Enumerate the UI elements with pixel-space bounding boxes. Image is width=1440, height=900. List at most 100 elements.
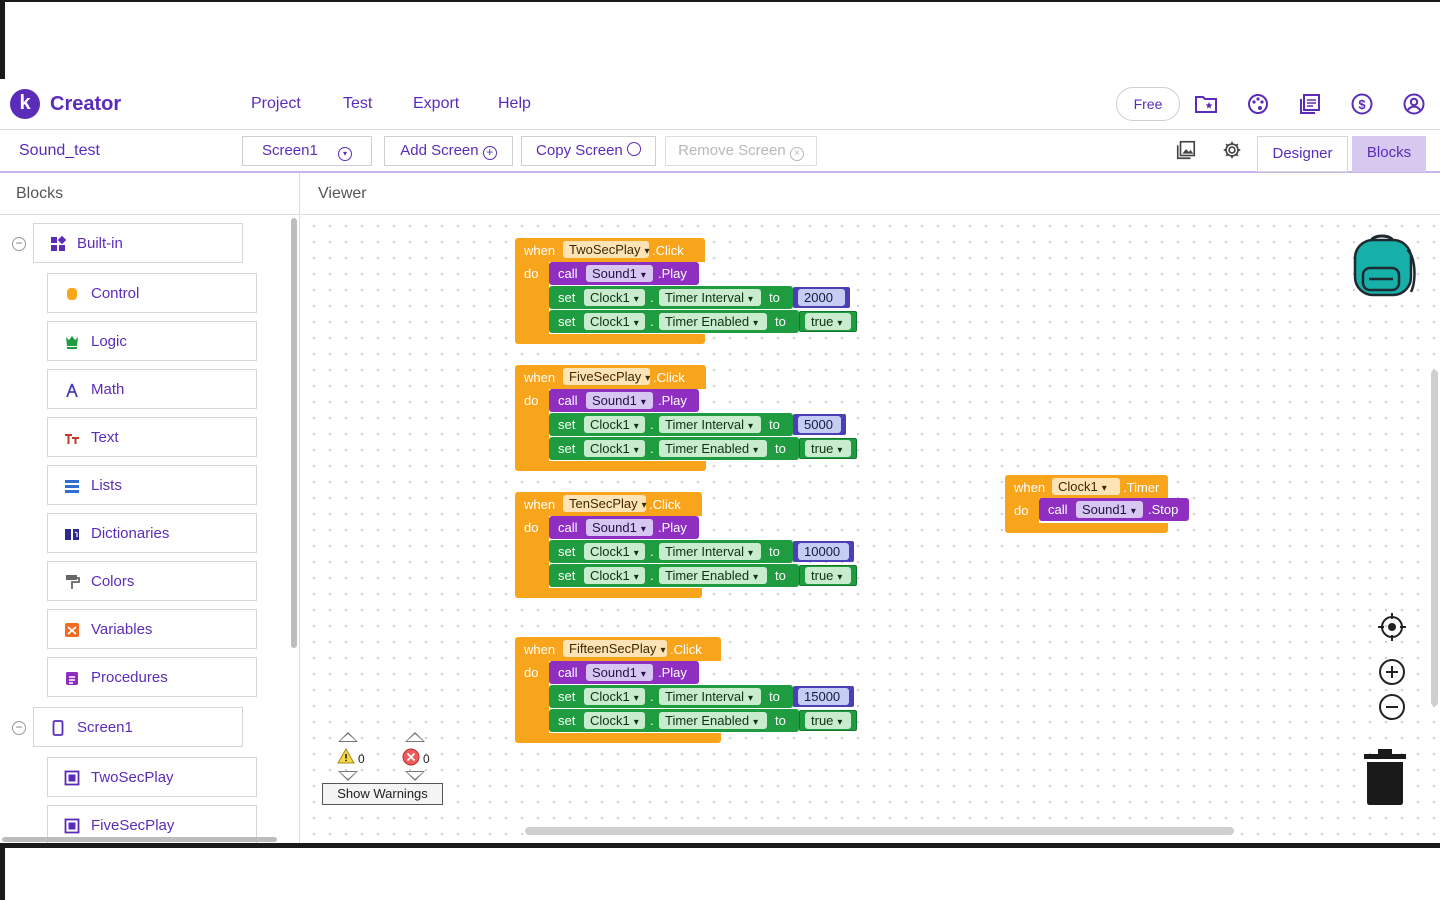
designer-tab[interactable]: Designer — [1257, 136, 1348, 172]
previous-warning-arrow[interactable] — [338, 732, 358, 742]
boolean-block[interactable]: true — [799, 565, 857, 586]
interval-value[interactable]: 5000 — [798, 416, 841, 433]
workspace-vertical-scrollbar[interactable] — [1431, 370, 1438, 706]
interval-value[interactable]: 15000 — [798, 688, 849, 705]
menu-export[interactable]: Export — [413, 95, 459, 113]
property-dropdown[interactable]: Timer Enabled — [659, 567, 767, 584]
enabled-value[interactable]: true — [805, 440, 851, 457]
property-dropdown[interactable]: Timer Enabled — [659, 712, 767, 729]
collapse-builtin-toggle[interactable]: − — [12, 237, 26, 251]
trash-icon[interactable] — [1362, 748, 1408, 806]
component-dropdown[interactable]: FiveSecPlay — [563, 368, 650, 385]
screen-select[interactable]: Screen1 ▾ — [242, 136, 372, 166]
interval-value[interactable]: 10000 — [798, 543, 849, 560]
panel-vertical-scrollbar[interactable] — [291, 218, 297, 648]
set-interval-block[interactable]: set Clock1. Timer Interval to — [549, 540, 793, 563]
gallery-icon[interactable] — [1175, 139, 1197, 161]
property-dropdown[interactable]: Timer Enabled — [659, 313, 767, 330]
recenter-icon[interactable] — [1378, 613, 1406, 641]
sound-dropdown[interactable]: Sound1 — [586, 392, 653, 409]
click-event-block[interactable]: when TwoSecPlay.Click do call Sound1 .Play set… — [515, 238, 860, 346]
timer-component-dropdown[interactable]: Clock1 — [1052, 478, 1120, 495]
tree-procedures[interactable]: Procedures — [47, 657, 257, 697]
set-enabled-block[interactable]: set Clock1. Timer Enabled to — [549, 437, 799, 460]
sound-dropdown[interactable]: Sound1 — [586, 519, 653, 536]
call-play-block[interactable]: call Sound1 .Play — [549, 661, 699, 684]
previous-error-arrow[interactable] — [405, 732, 425, 742]
number-block[interactable]: 15000 — [793, 686, 854, 707]
dollar-icon[interactable]: $ — [1350, 92, 1374, 116]
call-stop-block[interactable]: call Sound1 .Stop — [1039, 498, 1189, 521]
interval-value[interactable]: 2000 — [798, 289, 845, 306]
sound-dropdown[interactable]: Sound1 — [586, 265, 653, 282]
clock-dropdown[interactable]: Clock1 — [584, 313, 645, 330]
collapse-screen-toggle[interactable]: − — [12, 721, 26, 735]
next-warning-arrow[interactable] — [338, 771, 358, 781]
account-icon[interactable] — [1402, 92, 1426, 116]
boolean-block[interactable]: true — [799, 438, 857, 459]
timer-event-block[interactable]: when Clock1 .Timer do call Sound1 .Stop — [1005, 475, 1189, 535]
property-dropdown[interactable]: Timer Interval — [659, 543, 761, 560]
set-enabled-block[interactable]: set Clock1. Timer Enabled to — [549, 709, 799, 732]
sound-dropdown[interactable]: Sound1 — [1076, 501, 1143, 518]
call-play-block[interactable]: call Sound1 .Play — [549, 262, 699, 285]
logo-icon[interactable]: k — [10, 89, 40, 119]
tree-variables[interactable]: Variables — [47, 609, 257, 649]
tree-twosecplay[interactable]: TwoSecPlay — [47, 757, 257, 797]
click-event-block[interactable]: when TenSecPlay.Click do call Sound1 .Play set… — [515, 492, 860, 600]
plan-button[interactable]: Free — [1116, 87, 1180, 121]
blocks-workspace[interactable]: whenTwoSecPlay.ClickdocallSound1.Playset… — [301, 215, 1440, 843]
tree-logic[interactable]: Logic — [47, 321, 257, 361]
enabled-value[interactable]: true — [805, 567, 851, 584]
set-interval-block[interactable]: set Clock1. Timer Interval to — [549, 286, 793, 309]
workspace-horizontal-scrollbar[interactable] — [525, 827, 1234, 835]
copy-screen-button[interactable]: Copy Screen — [521, 136, 656, 166]
zoom-in-icon[interactable] — [1378, 658, 1406, 686]
folder-star-icon[interactable] — [1194, 92, 1218, 116]
menu-test[interactable]: Test — [343, 95, 372, 113]
backpack-icon[interactable] — [1351, 228, 1421, 298]
number-block[interactable]: 5000 — [793, 414, 846, 435]
menu-project[interactable]: Project — [251, 95, 301, 113]
component-dropdown[interactable]: FifteenSecPlay — [563, 640, 667, 657]
palette-icon[interactable] — [1246, 92, 1270, 116]
click-event-block[interactable]: when FiveSecPlay.Click do call Sound1 .Play se… — [515, 365, 860, 473]
show-warnings-button[interactable]: Show Warnings — [322, 783, 443, 805]
component-dropdown[interactable]: TwoSecPlay — [563, 241, 649, 258]
enabled-value[interactable]: true — [805, 712, 851, 729]
component-dropdown[interactable]: TenSecPlay — [563, 495, 646, 512]
add-screen-button[interactable]: Add Screen + — [384, 136, 513, 166]
sound-dropdown[interactable]: Sound1 — [586, 664, 653, 681]
brand-name[interactable]: Creator — [50, 93, 121, 116]
tree-math[interactable]: Math — [47, 369, 257, 409]
boolean-block[interactable]: true — [799, 710, 857, 731]
clock-dropdown[interactable]: Clock1 — [584, 688, 645, 705]
next-error-arrow[interactable] — [405, 771, 425, 781]
remove-screen-button[interactable]: Remove Screen × — [665, 136, 817, 166]
tree-dictionaries[interactable]: Dictionaries — [47, 513, 257, 553]
property-dropdown[interactable]: Timer Interval — [659, 688, 761, 705]
clock-dropdown[interactable]: Clock1 — [584, 567, 645, 584]
clock-dropdown[interactable]: Clock1 — [584, 416, 645, 433]
tree-lists[interactable]: Lists — [47, 465, 257, 505]
call-play-block[interactable]: call Sound1 .Play — [549, 389, 699, 412]
property-dropdown[interactable]: Timer Enabled — [659, 440, 767, 457]
property-dropdown[interactable]: Timer Interval — [659, 416, 761, 433]
tree-text[interactable]: Text — [47, 417, 257, 457]
library-icon[interactable] — [1298, 92, 1322, 116]
clock-dropdown[interactable]: Clock1 — [584, 712, 645, 729]
zoom-out-icon[interactable] — [1378, 693, 1406, 721]
blocks-tab[interactable]: Blocks — [1352, 136, 1426, 172]
number-block[interactable]: 2000 — [793, 287, 850, 308]
menu-help[interactable]: Help — [498, 95, 531, 113]
tree-builtin[interactable]: Built-in — [33, 223, 243, 263]
panel-horizontal-scrollbar[interactable] — [2, 837, 277, 842]
set-interval-block[interactable]: set Clock1. Timer Interval to — [549, 413, 793, 436]
number-block[interactable]: 10000 — [793, 541, 854, 562]
clock-dropdown[interactable]: Clock1 — [584, 543, 645, 560]
gear-icon[interactable] — [1221, 139, 1243, 161]
set-interval-block[interactable]: set Clock1. Timer Interval to — [549, 685, 793, 708]
tree-colors[interactable]: Colors — [47, 561, 257, 601]
clock-dropdown[interactable]: Clock1 — [584, 289, 645, 306]
set-enabled-block[interactable]: set Clock1. Timer Enabled to — [549, 310, 799, 333]
